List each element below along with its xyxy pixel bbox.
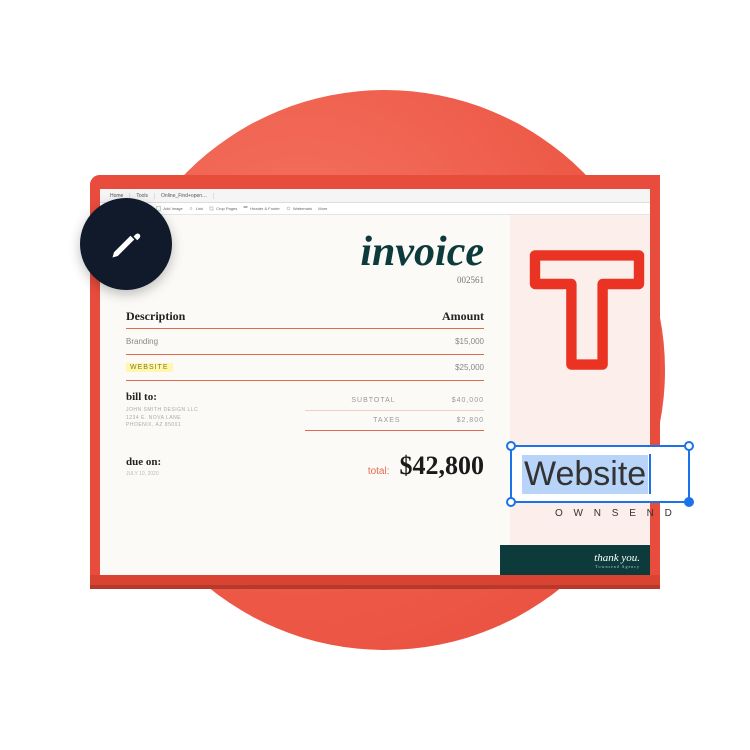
crop-icon: [209, 206, 214, 211]
tab-document[interactable]: Online_Find+open…: [155, 193, 214, 199]
total-value: $42,800: [400, 451, 485, 481]
laptop-base: [90, 575, 660, 589]
header-description: Description: [126, 309, 185, 324]
toolbar: Edit T Add Text Add Image Link Crop Page…: [100, 203, 650, 215]
invoice-title: invoice: [360, 231, 484, 273]
app-tabs: Home Tools Online_Find+open…: [100, 189, 650, 203]
due-date: JULY 10, 2020: [126, 471, 161, 477]
resize-handle-tr[interactable]: [684, 441, 694, 451]
tool-link[interactable]: Link: [189, 206, 203, 211]
document-content: TOWNSEND invoice 002561 Description Amou…: [100, 215, 650, 575]
large-logo-t: [522, 245, 652, 375]
resize-handle-tl[interactable]: [506, 441, 516, 451]
thank-you-sub: Townsend Agency: [595, 564, 640, 569]
resize-handle-bl[interactable]: [506, 497, 516, 507]
invoice-number: 002561: [360, 275, 484, 285]
tab-tools[interactable]: Tools: [130, 193, 155, 199]
line-item-value: $25,000: [455, 363, 484, 372]
laptop-mockup: Home Tools Online_Find+open… Edit T Add …: [90, 175, 660, 625]
taxes-label: TAXES: [373, 417, 400, 424]
thank-you-bar: thank you. Townsend Agency: [500, 545, 650, 575]
line-item-value: $15,000: [455, 337, 484, 346]
header-icon: [243, 206, 248, 211]
edit-badge[interactable]: [80, 198, 172, 290]
link-icon: [189, 206, 194, 211]
bill-to-label: bill to:: [126, 391, 305, 403]
tool-add-image[interactable]: Add Image: [156, 206, 182, 211]
line-item-label-highlighted[interactable]: WEBSITE: [126, 363, 173, 372]
text-cursor: [649, 454, 651, 494]
text-edit-overlay[interactable]: Website: [510, 445, 690, 503]
subtotal-value: $40,000: [452, 397, 484, 404]
watermark-icon: [286, 206, 291, 211]
sidebar-panel: thank you. Townsend Agency: [510, 215, 650, 575]
tool-watermark[interactable]: Watermark: [286, 206, 312, 211]
editing-text[interactable]: Website: [522, 455, 648, 494]
header-amount: Amount: [442, 309, 484, 324]
brand-text-behind: O W N S E N D: [555, 508, 676, 519]
tool-more[interactable]: More: [318, 206, 327, 211]
line-item-label: Branding: [126, 337, 158, 346]
subtotal-label: SUBTOTAL: [351, 397, 395, 404]
due-on-label: due on:: [126, 456, 161, 468]
tool-crop[interactable]: Crop Pages: [209, 206, 237, 211]
thank-you-text: thank you.: [594, 552, 640, 564]
bill-to-name: JOHN SMITH DESIGN LLC: [126, 407, 305, 415]
bill-to-city: PHOENIX, AZ 85001: [126, 422, 305, 430]
bill-to-street: 1234 E. NOVA LANE: [126, 415, 305, 423]
total-label: total:: [368, 466, 390, 477]
taxes-value: $2,800: [457, 417, 484, 424]
resize-handle-br[interactable]: [684, 497, 694, 507]
pencil-icon: [108, 226, 144, 262]
tool-header-footer[interactable]: Header & Footer: [243, 206, 280, 211]
